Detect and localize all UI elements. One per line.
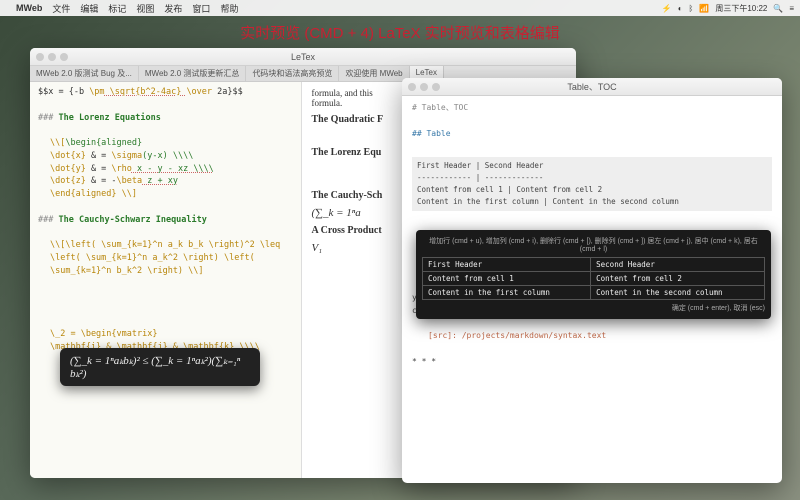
app-name[interactable]: MWeb — [16, 3, 42, 13]
markdown-editor[interactable]: $$x = {-b \pm \sqrt{b^2-4ac} \over 2a}$$… — [30, 82, 302, 478]
page-title: 实时预览 (CMD + 4) LaTeX 实时预览和表格编辑 — [0, 22, 800, 43]
clock: 周三下午10:22 — [715, 3, 767, 14]
titlebar[interactable]: Table、TOC — [402, 78, 782, 96]
status-icon: ⚡ — [662, 4, 672, 13]
search-icon[interactable]: 🔍 — [773, 4, 783, 13]
window-title: LeTex — [30, 52, 576, 62]
table-cell[interactable]: Content in the first column — [423, 286, 591, 300]
table-cell[interactable]: Content from cell 2 — [591, 272, 765, 286]
window-title: Table、TOC — [402, 80, 782, 93]
table-editor-overlay[interactable]: 增加行 (cmd + u), 增加列 (cmd + i), 删除行 (cmd +… — [416, 230, 771, 319]
menu-window[interactable]: 窗口 — [192, 2, 210, 15]
bluetooth-icon: ᛒ — [689, 4, 694, 13]
table-header[interactable]: First Header — [423, 258, 591, 272]
tab[interactable]: 代码块和语法高亮预览 — [246, 66, 339, 81]
menu-edit[interactable]: 编辑 — [80, 2, 98, 15]
tab[interactable]: MWeb 2.0 测试版更新汇总 — [139, 66, 247, 81]
status-icon: ◐ — [678, 4, 683, 13]
editable-table[interactable]: First HeaderSecond Header Content from c… — [422, 257, 765, 300]
table-cell[interactable]: Content from cell 1 — [423, 272, 591, 286]
table-header[interactable]: Second Header — [591, 258, 765, 272]
menu-publish[interactable]: 发布 — [164, 2, 182, 15]
shortcut-hint: 确定 (cmd + enter), 取消 (esc) — [422, 303, 765, 313]
menu-icon[interactable]: ≡ — [789, 4, 794, 13]
menu-help[interactable]: 帮助 — [220, 2, 238, 15]
latex-preview-tooltip: (∑_k = 1ⁿaₖbₖ)² ≤ (∑_k = 1ⁿaₖ²)(∑ₖ₌₁ⁿ bₖ… — [60, 348, 260, 386]
mac-menubar: MWeb 文件 编辑 标记 视图 发布 窗口 帮助 ⚡ ◐ ᛒ 📶 周三下午10… — [0, 0, 800, 16]
tab[interactable]: MWeb 2.0 版测试 Bug 及... — [30, 66, 139, 81]
tab[interactable]: 欢迎使用 MWeb — [339, 66, 409, 81]
menu-mark[interactable]: 标记 — [108, 2, 126, 15]
shortcut-hint: 增加行 (cmd + u), 增加列 (cmd + i), 删除行 (cmd +… — [422, 236, 765, 253]
table-cell[interactable]: Content in the second column — [591, 286, 765, 300]
menu-file[interactable]: 文件 — [52, 2, 70, 15]
wifi-icon: 📶 — [699, 4, 709, 13]
menubar-status: ⚡ ◐ ᛒ 📶 周三下午10:22 🔍 ≡ — [662, 3, 794, 14]
menu-view[interactable]: 视图 — [136, 2, 154, 15]
titlebar[interactable]: LeTex — [30, 48, 576, 66]
